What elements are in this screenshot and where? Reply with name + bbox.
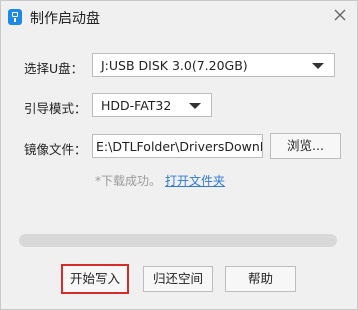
- window-title: 制作启动盘: [30, 11, 100, 27]
- drive-select[interactable]: J:USB DISK 3.0(7.20GB): [92, 53, 335, 77]
- status-message: *下载成功。 打开文件夹: [95, 172, 225, 189]
- drive-select-value: J:USB DISK 3.0(7.20GB): [101, 58, 248, 73]
- boot-mode-select[interactable]: HDD-FAT32: [92, 93, 212, 117]
- image-path-value: E:\DTLFolder\DriversDownLoad: [96, 139, 262, 154]
- open-folder-link[interactable]: 打开文件夹: [165, 174, 225, 188]
- image-path-field[interactable]: E:\DTLFolder\DriversDownLoad: [92, 134, 263, 158]
- browse-button[interactable]: 浏览...: [270, 133, 341, 159]
- title-bar: 制作启动盘: [1, 1, 357, 35]
- start-write-button[interactable]: 开始写入: [61, 264, 129, 294]
- restore-space-button[interactable]: 归还空间: [143, 266, 213, 292]
- drive-label: 选择U盘：: [24, 61, 84, 76]
- chevron-down-icon: [189, 103, 201, 109]
- image-file-label: 镜像文件：: [24, 142, 87, 157]
- help-button[interactable]: 帮助: [225, 266, 296, 292]
- boot-mode-label: 引导模式：: [24, 101, 87, 116]
- chevron-down-icon: [312, 63, 324, 69]
- make-boot-disk-dialog: 制作启动盘 选择U盘： J:USB DISK 3.0(7.20GB) 引导模式：…: [0, 0, 358, 310]
- boot-mode-value: HDD-FAT32: [101, 98, 172, 113]
- progress-bar: [19, 234, 337, 247]
- usb-app-icon: [8, 9, 22, 25]
- status-text: *下载成功。: [95, 174, 162, 188]
- close-icon[interactable]: [332, 6, 348, 24]
